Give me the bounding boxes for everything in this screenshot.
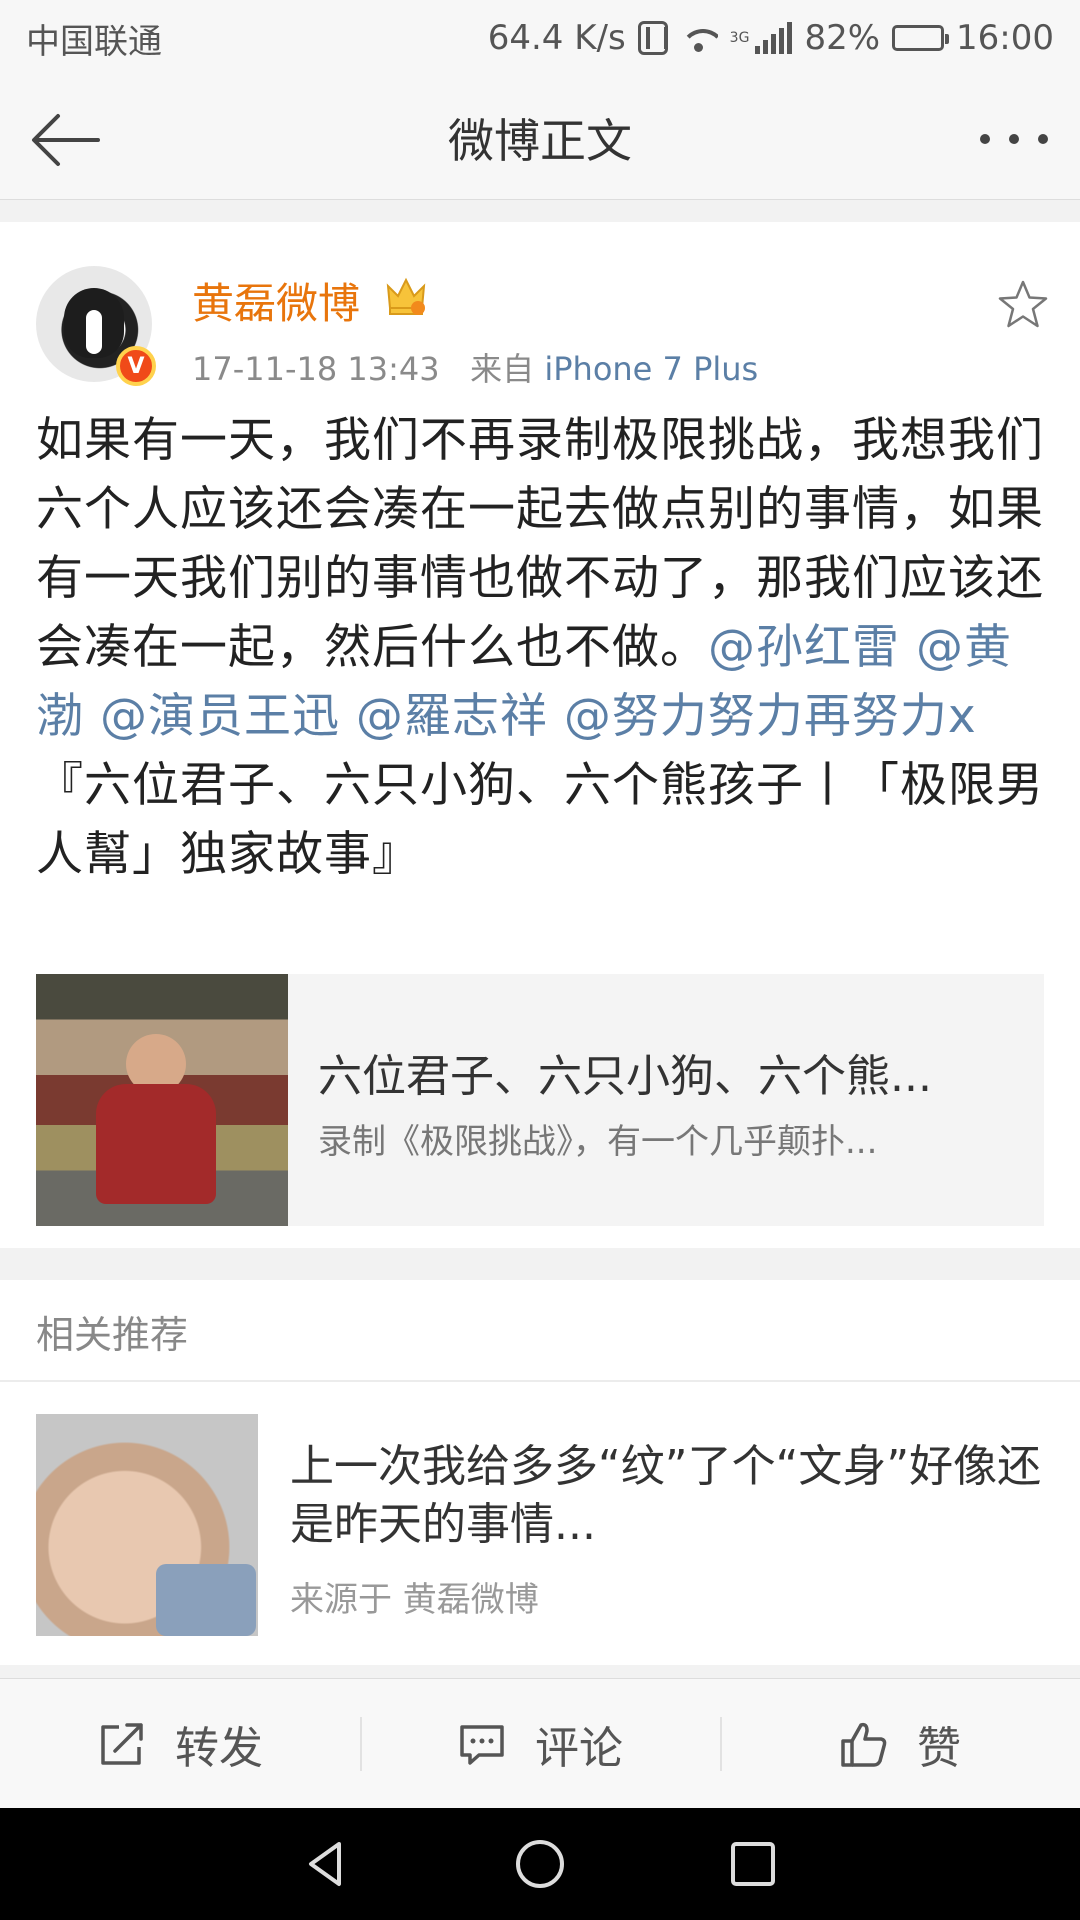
comment-button[interactable]: 评论 xyxy=(360,1679,720,1809)
more-dot-icon xyxy=(1009,134,1019,144)
post-body-tail: 『六位君子、六只小狗、六个熊孩子丨「极限男人幫」独家故事』 xyxy=(36,758,1044,882)
article-link-card[interactable]: 六位君子、六只小狗、六个熊... 录制《极限挑战》，有一个几乎颠扑... xyxy=(36,974,1044,1226)
mention-link[interactable]: @羅志祥 xyxy=(356,689,548,744)
system-nav-bar xyxy=(0,1808,1080,1920)
like-button[interactable]: 赞 xyxy=(720,1679,1080,1809)
related-title: 上一次我给多多“纹”了个“文身”好像还是昨天的事情... xyxy=(290,1441,1042,1550)
verified-badge-icon: V xyxy=(116,346,156,386)
weibo-post: V 黄磊微博 17-11-18 13:43 来自 iPhone 7 Plus 如… xyxy=(0,222,1080,1248)
recents-square-icon[interactable] xyxy=(725,1836,781,1892)
divider xyxy=(0,1380,1080,1382)
back-button[interactable] xyxy=(28,102,104,178)
repost-label: 转发 xyxy=(175,1722,263,1774)
wifi-icon xyxy=(679,23,718,53)
thumbs-up-icon xyxy=(841,1722,887,1767)
crown-icon xyxy=(386,277,426,315)
action-bar: 转发 评论 赞 xyxy=(0,1678,1080,1808)
mention-link[interactable]: @演员王迅 xyxy=(100,689,340,744)
like-label: 赞 xyxy=(917,1722,961,1774)
mention-link[interactable]: @努力努力再努力x xyxy=(564,689,977,744)
comment-label: 评论 xyxy=(535,1722,623,1774)
related-recommendations: 相关推荐 上一次我给多多“纹”了个“文身”好像还是昨天的事情... 来源于 黄磊… xyxy=(0,1280,1080,1665)
status-indicators: 64.4 K/s 3G 82% 16:00 xyxy=(488,18,1054,58)
signal-icon xyxy=(755,22,793,54)
related-source: 来源于 黄磊微博 xyxy=(290,1580,539,1620)
source-device[interactable]: iPhone 7 Plus xyxy=(544,350,758,388)
article-description: 录制《极限挑战》，有一个几乎颠扑... xyxy=(318,1122,878,1162)
share-icon xyxy=(101,1722,143,1765)
more-dot-icon xyxy=(980,134,990,144)
repost-button[interactable]: 转发 xyxy=(0,1679,360,1809)
back-triangle-icon[interactable] xyxy=(299,1836,355,1892)
clock: 16:00 xyxy=(956,18,1054,58)
author-name[interactable]: 黄磊微博 xyxy=(192,270,360,331)
mention-link[interactable]: @孙红雷 xyxy=(708,620,900,675)
top-nav: 微博正文 xyxy=(0,76,1080,200)
star-icon xyxy=(998,280,1048,328)
post-meta: 17-11-18 13:43 来自 iPhone 7 Plus xyxy=(192,344,758,390)
related-header: 相关推荐 xyxy=(36,1313,189,1357)
battery-percent: 82% xyxy=(804,18,881,58)
avatar[interactable]: V xyxy=(36,266,156,386)
status-bar: 中国联通 64.4 K/s 3G 82% 16:00 xyxy=(0,0,1080,76)
post-text: 如果有一天，我们不再录制极限挑战，我想我们六个人应该还会凑在一起去做点别的事情，… xyxy=(36,406,1046,889)
nfc-icon xyxy=(637,21,668,55)
battery-icon xyxy=(892,25,950,51)
article-thumbnail xyxy=(36,974,288,1226)
avatar-image xyxy=(64,288,124,358)
more-dot-icon xyxy=(1038,134,1048,144)
carrier-label: 中国联通 xyxy=(26,21,162,62)
article-title: 六位君子、六只小狗、六个熊... xyxy=(318,1051,932,1102)
more-options-button[interactable] xyxy=(976,114,1052,164)
comment-icon xyxy=(460,1724,504,1765)
page-title: 微博正文 xyxy=(448,113,632,168)
network-type: 3G xyxy=(729,30,750,46)
source-prefix: 来自 xyxy=(470,350,535,388)
back-arrow-icon xyxy=(32,114,100,166)
favorite-button[interactable] xyxy=(996,278,1050,332)
network-speed: 64.4 K/s xyxy=(487,18,626,58)
related-thumbnail xyxy=(36,1414,258,1636)
home-circle-icon[interactable] xyxy=(512,1836,568,1892)
post-timestamp: 17-11-18 13:43 xyxy=(192,350,440,388)
